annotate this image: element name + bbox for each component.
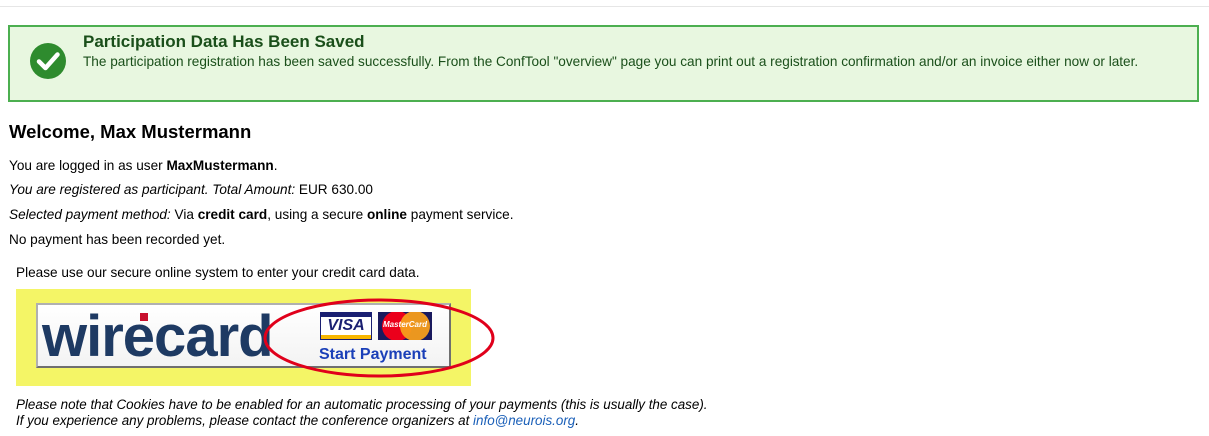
logged-in-suffix: . bbox=[273, 158, 278, 173]
payment-status-line: No payment has been recorded yet. bbox=[9, 232, 226, 247]
logged-in-line: You are logged in as user MaxMustermann. bbox=[9, 158, 278, 173]
page-title: Welcome, Max Mustermann bbox=[9, 121, 252, 142]
visa-label: VISA bbox=[327, 317, 365, 334]
payment-service: payment service. bbox=[406, 207, 514, 222]
registration-line: You are registered as participant. Total… bbox=[9, 182, 373, 197]
check-circle-icon bbox=[30, 43, 66, 79]
total-amount: EUR 630.00 bbox=[295, 182, 373, 197]
payment-method-label: Selected payment method: bbox=[9, 207, 171, 222]
start-payment-label: Start Payment bbox=[319, 346, 427, 363]
payment-using: , using a secure bbox=[267, 207, 367, 222]
mastercard-label: MasterCard bbox=[382, 320, 427, 329]
payment-frame: wirecard VISA MasterCard Start Payment bbox=[16, 289, 471, 386]
start-payment-button[interactable]: wirecard VISA MasterCard Start Payment bbox=[36, 303, 451, 369]
wirecard-logo-dot bbox=[140, 313, 148, 321]
success-title: Participation Data Has Been Saved bbox=[83, 32, 365, 51]
visa-icon: VISA bbox=[320, 312, 372, 340]
top-divider bbox=[0, 6, 1209, 7]
payment-online: online bbox=[366, 207, 407, 222]
contact-note-suffix: . bbox=[575, 413, 579, 428]
contact-note-prefix: If you experience any problems, please c… bbox=[16, 413, 474, 428]
contact-email-link[interactable]: info@neurois.org bbox=[473, 413, 575, 428]
payment-credit-card: credit card bbox=[197, 207, 268, 222]
username: MaxMustermann bbox=[166, 158, 274, 173]
contact-note: If you experience any problems, please c… bbox=[16, 413, 579, 429]
payment-via: Via bbox=[170, 207, 198, 222]
payment-method-line: Selected payment method: Via credit card… bbox=[9, 207, 514, 222]
success-text: The participation registration has been … bbox=[83, 54, 1139, 69]
wirecard-logo: wirecard bbox=[42, 304, 274, 369]
cookie-note: Please note that Cookies have to be enab… bbox=[16, 397, 708, 412]
registered-text: You are registered as participant. Total… bbox=[9, 182, 296, 197]
use-system-text: Please use our secure online system to e… bbox=[16, 265, 420, 280]
logged-in-prefix: You are logged in as user bbox=[9, 158, 167, 173]
success-message-box: Participation Data Has Been Saved The pa… bbox=[8, 25, 1199, 102]
mastercard-icon: MasterCard bbox=[378, 312, 432, 340]
